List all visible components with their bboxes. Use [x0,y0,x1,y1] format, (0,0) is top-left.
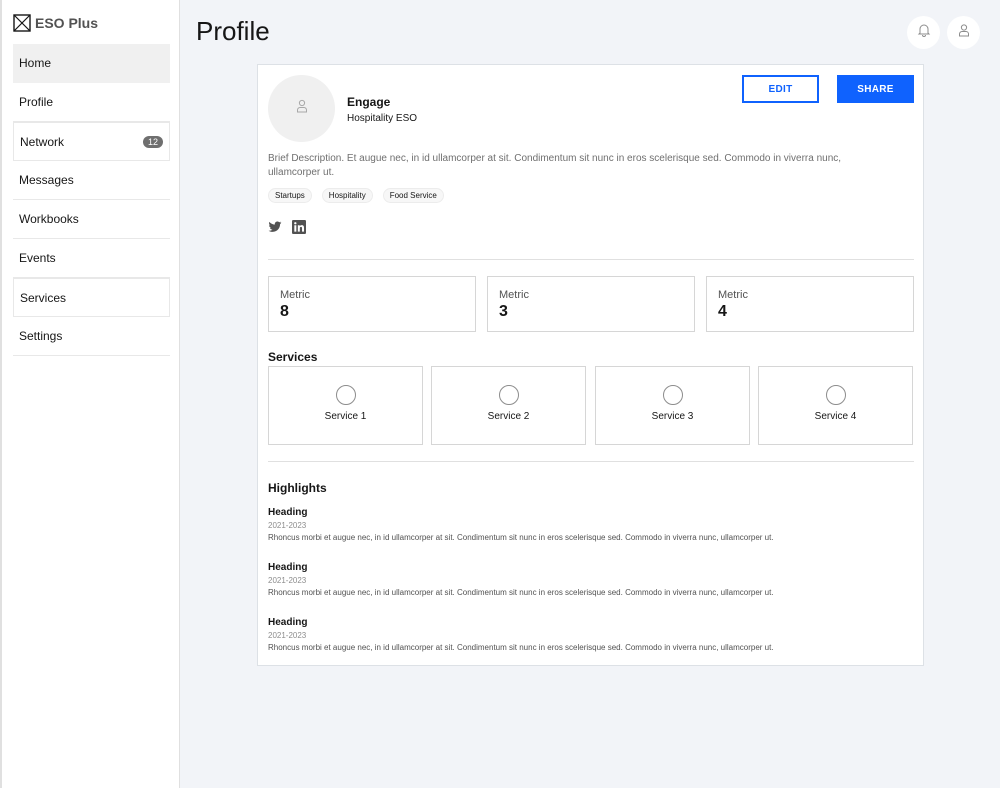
service-card[interactable]: Service 2 [431,366,586,445]
divider [268,259,914,260]
metric-value: 3 [499,303,508,320]
circle-icon [825,385,846,405]
org-name: Engage [347,95,391,109]
metric-card: Metric 8 [268,276,476,332]
service-card[interactable]: Service 3 [595,366,750,445]
service-label: Service 3 [651,411,694,422]
sidebar-item-network[interactable]: Network 12 [13,122,170,161]
circle-icon [498,385,519,405]
highlight-item: Heading 2021-2023 Rhoncus morbi et augue… [268,507,908,542]
sidebar-item-home[interactable]: Home [13,44,170,83]
highlights-title: Highlights [268,481,327,495]
tag[interactable]: Hospitality [321,188,373,203]
brand-name: ESO Plus [35,15,99,31]
highlight-date: 2021-2023 [268,631,307,640]
linkedin-icon[interactable] [292,220,306,234]
highlight-text: Rhoncus morbi et augue nec, in id ullamc… [268,643,774,652]
sidebar-item-label: Workbooks [19,212,79,226]
sidebar-item-messages[interactable]: Messages [13,161,170,200]
sidebar-item-label: Settings [19,329,63,343]
highlight-text: Rhoncus morbi et augue nec, in id ullamc… [268,588,774,597]
metric-label: Metric [280,289,310,301]
sidebar-item-label: Messages [19,173,74,187]
logo-icon [13,14,31,32]
sidebar-item-services[interactable]: Services [13,278,170,317]
tag[interactable]: Startups [268,188,312,203]
sidebar-item-workbooks[interactable]: Workbooks [13,200,170,239]
sidebar-item-events[interactable]: Events [13,239,170,278]
service-label: Service 2 [487,411,530,422]
service-label: Service 1 [324,411,367,422]
sidebar-nav: Home Profile Network 12 Messages Workbook… [2,44,179,356]
twitter-icon[interactable] [268,220,282,234]
metric-card: Metric 4 [706,276,914,332]
sidebar-item-label: Network [20,134,65,149]
metric-value: 4 [718,303,727,320]
metric-label: Metric [718,289,748,301]
user-menu-button[interactable] [947,16,980,49]
highlight-item: Heading 2021-2023 Rhoncus morbi et augue… [268,562,908,597]
bell-icon [917,23,931,42]
divider [268,461,914,462]
network-count-badge: 12 [142,135,163,148]
highlight-date: 2021-2023 [268,521,307,530]
metric-value: 8 [280,303,289,320]
sidebar-item-label: Events [19,251,56,265]
sidebar-item-label: Profile [19,95,54,109]
edit-button[interactable]: EDIT [742,75,819,103]
highlight-heading: Heading [268,617,308,628]
user-icon [957,23,971,42]
tag-list: Startups Hospitality Food Service [268,188,444,203]
services-title: Services [268,350,318,364]
highlight-text: Rhoncus morbi et augue nec, in id ullamc… [268,533,774,542]
highlight-date: 2021-2023 [268,576,307,585]
share-button[interactable]: SHARE [837,75,914,103]
circle-icon [335,385,356,405]
circle-icon [662,385,683,405]
sidebar-item-label: Services [20,290,67,305]
service-card[interactable]: Service 4 [758,366,913,445]
profile-description: Brief Description. Et augue nec, in id u… [268,153,842,178]
metric-label: Metric [499,289,529,301]
page-title: Profile [196,16,270,46]
metric-card: Metric 3 [487,276,695,332]
sidebar-item-profile[interactable]: Profile [13,83,170,122]
highlight-item: Heading 2021-2023 Rhoncus morbi et augue… [268,617,908,652]
social-links [268,220,306,234]
service-card[interactable]: Service 1 [268,366,423,445]
notifications-button[interactable] [907,16,940,49]
highlight-heading: Heading [268,507,308,518]
sidebar-item-label: Home [19,56,52,70]
sidebar-item-settings[interactable]: Settings [13,317,170,356]
service-label: Service 4 [814,411,857,422]
avatar [268,75,335,142]
sidebar: ESO Plus Home Profile Network 12 Messages… [0,0,180,788]
highlight-heading: Heading [268,562,308,573]
brand[interactable]: ESO Plus [2,0,179,44]
profile-card: Engage Hospitality ESO EDIT SHARE Brief … [257,64,924,666]
org-subtitle: Hospitality ESO [347,113,418,124]
user-icon [296,99,308,118]
tag[interactable]: Food Service [382,188,444,203]
